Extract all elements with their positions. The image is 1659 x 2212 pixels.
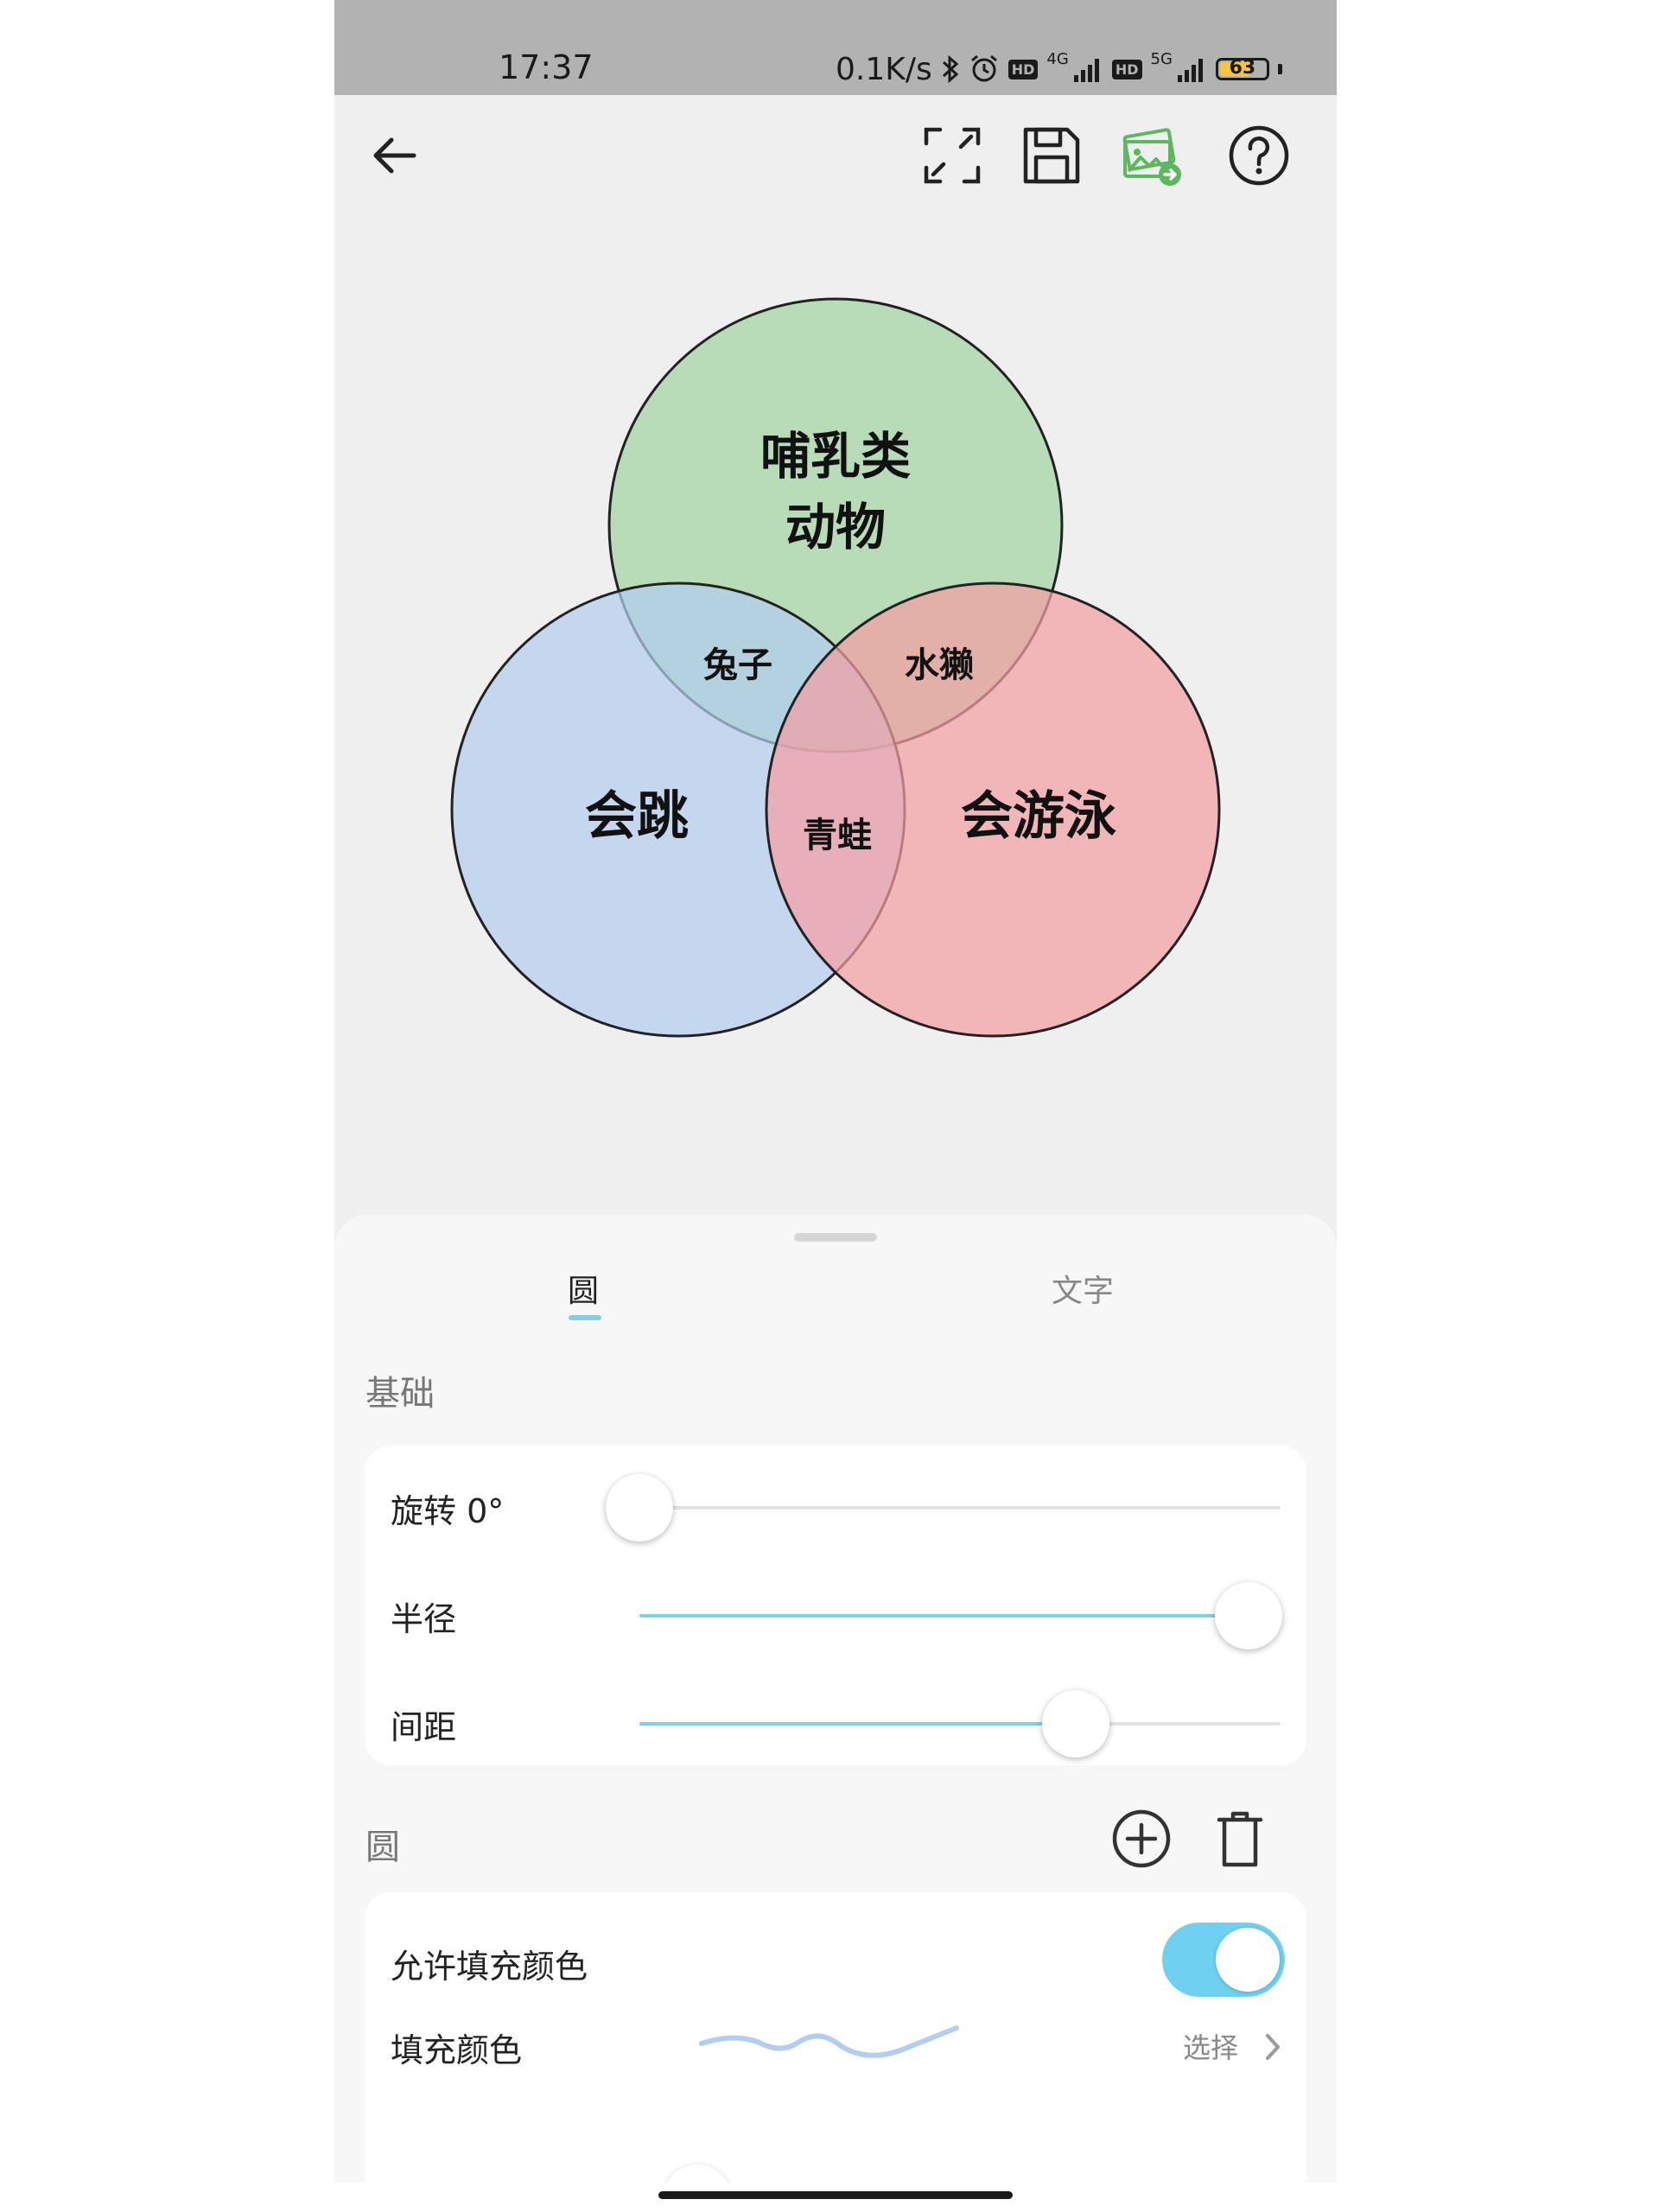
venn-label-rabbit: 兔子 bbox=[703, 645, 772, 685]
tab-active-indicator bbox=[569, 1315, 601, 1320]
venn-label-otter: 水獭 bbox=[905, 645, 974, 685]
fill-color-select-button[interactable]: 选择 bbox=[1183, 2026, 1238, 2066]
battery-level: 63 bbox=[1229, 57, 1256, 79]
add-circle-icon[interactable] bbox=[1109, 1806, 1174, 1872]
section-basic-title: 基础 bbox=[365, 1374, 435, 1414]
delete-icon[interactable] bbox=[1207, 1806, 1273, 1872]
battery-tip bbox=[1277, 64, 1282, 74]
tab-circle[interactable]: 圆 bbox=[568, 1266, 599, 1311]
venn-label-mammals-line2: 动物 bbox=[785, 498, 886, 556]
fill-color-label: 填充颜色 bbox=[391, 2031, 523, 2069]
status-time: 17:37 bbox=[499, 48, 594, 86]
home-indicator[interactable] bbox=[658, 2191, 1013, 2199]
section-circle-title: 圆 bbox=[365, 1827, 400, 1867]
radius-slider[interactable] bbox=[639, 1582, 1282, 1649]
fullscreen-icon[interactable] bbox=[918, 121, 987, 190]
signal-icon-2 bbox=[1177, 59, 1203, 82]
spacing-slider[interactable] bbox=[639, 1690, 1281, 1758]
status-bar: 17:37 0.1K/s HD 4G HD 5G 63 bbox=[334, 0, 1337, 95]
back-arrow-icon[interactable] bbox=[360, 121, 429, 190]
spacing-slider-thumb[interactable] bbox=[1041, 1690, 1109, 1758]
venn-diagram[interactable]: 哺乳类 动物 会跳 会游泳 兔子 水獭 青蛙 bbox=[334, 285, 1337, 1063]
net-speed: 0.1K/s bbox=[836, 51, 932, 87]
venn-label-jump: 会跳 bbox=[585, 786, 689, 847]
spacing-label: 间距 bbox=[391, 1708, 457, 1746]
venn-label-frog: 青蛙 bbox=[803, 816, 872, 855]
hd-badge-1: HD bbox=[1007, 59, 1039, 79]
bluetooth-icon bbox=[942, 54, 958, 84]
fill-color-preview bbox=[699, 2025, 959, 2058]
help-icon[interactable] bbox=[1224, 121, 1294, 190]
save-icon[interactable] bbox=[1017, 121, 1086, 190]
rotation-label: 旋转 0° bbox=[391, 1492, 505, 1530]
status-indicators: 0.1K/s HD 4G HD 5G 63 bbox=[836, 48, 1282, 90]
radius-label: 半径 bbox=[391, 1600, 457, 1638]
venn-label-mammals-line1: 哺乳类 bbox=[760, 427, 911, 486]
next-row-partial bbox=[663, 2164, 732, 2183]
tab-text[interactable]: 文字 bbox=[1052, 1266, 1114, 1311]
circle-settings-card: 允许填充颜色 填充颜色 选择 bbox=[365, 1892, 1306, 2183]
rotation-slider[interactable] bbox=[606, 1474, 1281, 1541]
radius-slider-thumb[interactable] bbox=[1214, 1582, 1282, 1649]
settings-sheet: 圆 文字 基础 旋转 0° 半径 间距 圆 允许填充颜色 填充颜色 选择 bbox=[334, 1214, 1337, 2183]
venn-label-swim: 会游泳 bbox=[961, 786, 1116, 847]
rotation-slider-thumb[interactable] bbox=[606, 1474, 673, 1541]
sheet-drag-handle[interactable] bbox=[794, 1233, 877, 1242]
network-type-4g: 4G bbox=[1046, 49, 1069, 68]
battery-icon: 63 bbox=[1215, 57, 1269, 80]
chevron-right-icon[interactable] bbox=[1259, 2031, 1285, 2063]
allow-fill-label: 允许填充颜色 bbox=[391, 1948, 588, 1986]
app-screen: 17:37 0.1K/s HD 4G HD 5G 63 哺乳类 动物 会跳 会游… bbox=[334, 0, 1337, 2183]
alarm-icon bbox=[970, 54, 997, 82]
hd-badge-2: HD bbox=[1111, 59, 1142, 79]
signal-icon bbox=[1073, 59, 1099, 82]
allow-fill-toggle[interactable] bbox=[1162, 1923, 1285, 1997]
basic-settings-card: 旋转 0° 半径 间距 bbox=[365, 1446, 1306, 1765]
toggle-knob bbox=[1216, 1928, 1280, 1992]
export-image-icon[interactable] bbox=[1116, 121, 1185, 190]
network-type-5g: 5G bbox=[1150, 49, 1173, 68]
